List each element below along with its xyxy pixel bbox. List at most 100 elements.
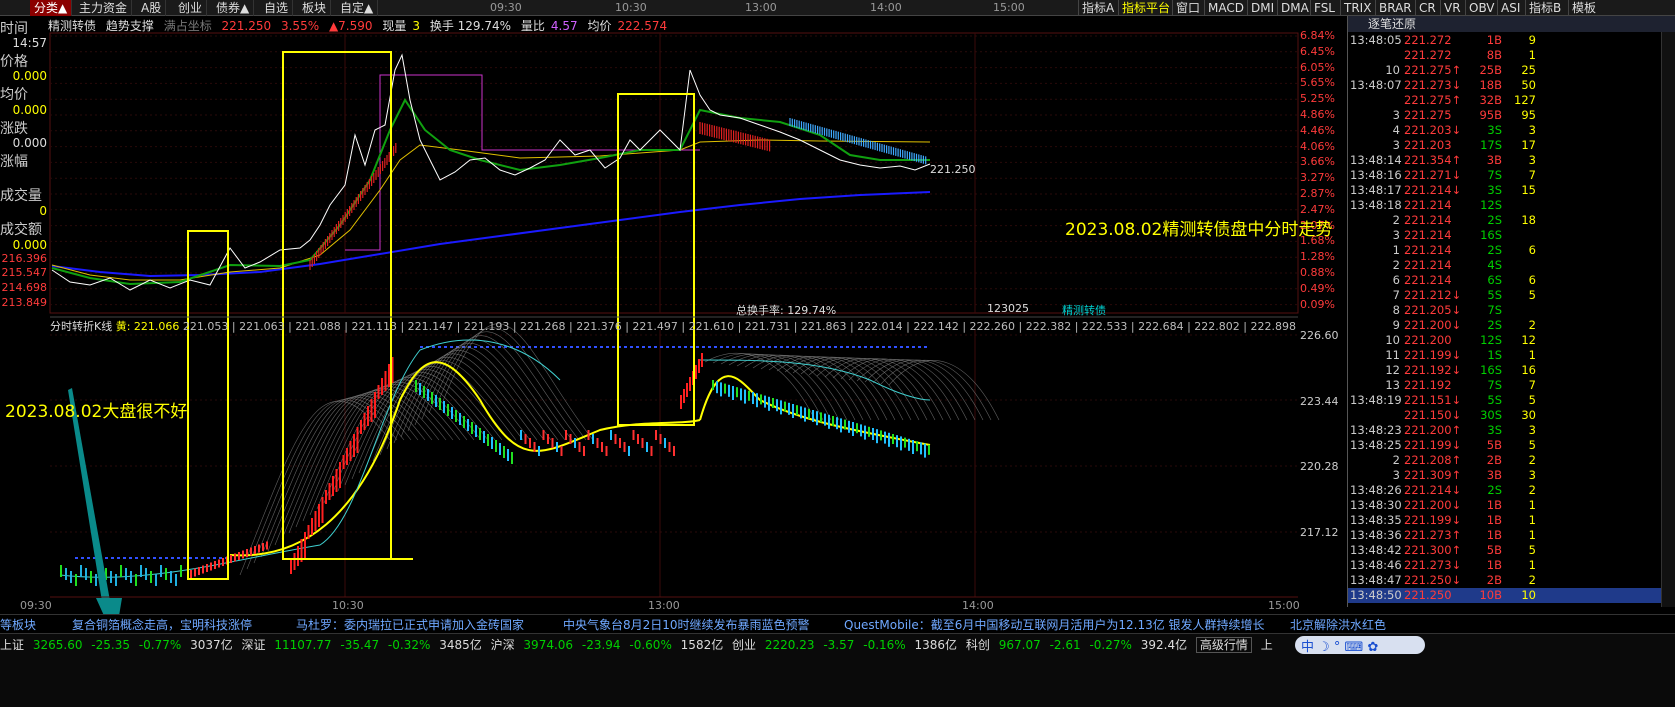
trade-row[interactable]: 12 221.192↓ 16S 16 (1348, 363, 1675, 378)
rtab-trix[interactable]: TRIX (1340, 0, 1374, 16)
ime-toolbar[interactable]: 中 ☽ ° ⌨ ✿ (1295, 636, 1425, 655)
trade-row[interactable]: 13:48:46 221.273↓ 1B 1 (1348, 558, 1675, 573)
candle (664, 438, 666, 448)
trade-row[interactable]: 13:48:50 221.250 10B 10 (1348, 588, 1675, 603)
trades-panel-title[interactable]: 逐笔还原 (1348, 16, 1675, 32)
candle (360, 420, 362, 434)
candle (623, 442, 626, 452)
trade-row[interactable]: 13:48:36 221.273↑ 1B 1 (1348, 528, 1675, 543)
app-window: 分类▲ 主力资金 A股 创业 债券▲ 自选 板块 自定▲ 09:30 10:30… (0, 0, 1675, 707)
rtab-obv[interactable]: OBV (1465, 0, 1498, 16)
sh-label[interactable]: 上证 (0, 638, 24, 652)
rtab-brar[interactable]: BRAR (1375, 0, 1415, 16)
candle (471, 422, 473, 434)
candle (655, 430, 657, 440)
candle (852, 422, 854, 436)
trade-row[interactable]: 13:48:25 221.199↓ 5B 5 (1348, 438, 1675, 453)
rtab-indicator-b[interactable]: 指标B (1525, 0, 1564, 16)
candle (659, 434, 662, 444)
trade-row[interactable]: 2 221.214 4S (1348, 258, 1675, 273)
trade-row[interactable]: 7 221.212↓ 5S 5 (1348, 288, 1675, 303)
news-item[interactable]: 等板块 (0, 616, 36, 632)
news-item[interactable]: 复合铜箔概念走高，宝明科技涨停 (72, 616, 252, 632)
candle (214, 561, 216, 569)
trade-row[interactable]: 2 221.208↑ 2B 2 (1348, 453, 1675, 468)
cy-value: 2220.23 (764, 638, 815, 652)
trade-row[interactable]: 13:48:07 221.273↓ 18B 50 (1348, 78, 1675, 93)
candle (234, 553, 236, 562)
trade-row[interactable]: 13:48:18 221.214 12S (1348, 198, 1675, 213)
trade-row[interactable]: 10 221.200 12S 12 (1348, 333, 1675, 348)
rtab-vr[interactable]: VR (1440, 0, 1464, 16)
trade-row[interactable]: 13:48:26 221.214↓ 2S 2 (1348, 483, 1675, 498)
candle (65, 568, 67, 580)
candle (800, 406, 802, 419)
trade-row[interactable]: 13:48:35 221.199↓ 1B 1 (1348, 513, 1675, 528)
candle (712, 380, 714, 390)
news-ticker[interactable]: 等板块 复合铜箔概念走高，宝明科技涨停 马杜罗：委内瑞拉已正式申请加入金砖国家 … (0, 614, 1675, 632)
trade-row[interactable]: 13:48:14 221.354↑ 3B 3 (1348, 153, 1675, 168)
trade-row[interactable]: 13 221.192 7S 7 (1348, 378, 1675, 393)
trade-row[interactable]: 1 221.214 2S 6 (1348, 243, 1675, 258)
trade-row[interactable]: 3 221.309↑ 3B 3 (1348, 468, 1675, 483)
trade-row[interactable]: 13:48:17 221.214↓ 3S 15 (1348, 183, 1675, 198)
trade-count: 2 (1528, 483, 1536, 497)
trade-row[interactable]: 221.275↑ 32B 127 (1348, 93, 1675, 108)
chart-canvas[interactable] (0, 0, 1345, 614)
rtab-template[interactable]: 模板 (1568, 0, 1599, 16)
trade-row[interactable]: 13:48:47 221.250↓ 2B 2 (1348, 573, 1675, 588)
hs-label[interactable]: 沪深 (491, 638, 515, 652)
trade-row[interactable]: 8 221.205↓ 7S (1348, 303, 1675, 318)
bottom-time-1300: 13:00 (648, 599, 680, 612)
candle (840, 418, 842, 433)
kc-label[interactable]: 科创 (966, 638, 990, 652)
cy-label[interactable]: 创业 (732, 638, 756, 652)
news-item[interactable]: QuestMobile：截至6月中国移动互联网月活用户为12.13亿 银发人群持… (844, 616, 1265, 632)
candle (363, 413, 366, 430)
trade-row[interactable]: 10 221.275↑ 25B 25 (1348, 63, 1675, 78)
rtab-asi[interactable]: ASI (1497, 0, 1523, 16)
trade-row[interactable]: 13:48:23 221.200↑ 3S 3 (1348, 423, 1675, 438)
news-item[interactable]: 北京解除洪水红色 (1290, 616, 1386, 632)
trade-row[interactable]: 3 221.275 95B 95 (1348, 108, 1675, 123)
news-item[interactable]: 马杜罗：委内瑞拉已正式申请加入金砖国家 (296, 616, 524, 632)
candle (467, 419, 469, 431)
trade-row[interactable]: 4 221.203↓ 3S 3 (1348, 123, 1675, 138)
sz-amount: 3485亿 (439, 638, 482, 652)
trade-count: 2 (1528, 573, 1536, 587)
trade-row[interactable]: 9 221.200↓ 2S 2 (1348, 318, 1675, 333)
news-item[interactable]: 中央气象台8月2日10时继续发布暴雨蓝色预警 (563, 616, 810, 632)
candle (419, 383, 421, 395)
rtab-cr[interactable]: CR (1415, 0, 1439, 16)
trade-row[interactable]: 221.272 8B 1 (1348, 48, 1675, 63)
trade-row[interactable]: 221.150↓ 30S 30 (1348, 408, 1675, 423)
trade-row[interactable]: 13:48:16 221.271↓ 7S 7 (1348, 168, 1675, 183)
trade-row[interactable]: 13:48:30 221.200↓ 1B 1 (1348, 498, 1675, 513)
trade-row[interactable]: 11 221.199↓ 1S 1 (1348, 348, 1675, 363)
candle (912, 440, 914, 454)
candle (756, 393, 758, 408)
tick-trades-panel[interactable]: 逐笔还原 13:48:05 221.272 1B 9 221.272 8B 1 10 221.2… (1347, 16, 1675, 607)
trades-scrollbar[interactable] (1661, 32, 1675, 607)
candle (90, 571, 92, 583)
trade-row[interactable]: 2 221.214 2S 18 (1348, 213, 1675, 228)
candle (872, 428, 874, 440)
trade-time: 10 (1385, 63, 1400, 77)
turnover-caption: 总换手率: 129.74% (736, 304, 837, 317)
trade-row[interactable]: 13:48:19 221.151↓ 5S 5 (1348, 393, 1675, 408)
sz-label[interactable]: 深证 (241, 638, 265, 652)
trade-row[interactable]: 3 221.214 16S (1348, 228, 1675, 243)
candle (75, 574, 77, 586)
trade-count: 1 (1528, 498, 1536, 512)
fan-curve (832, 358, 944, 421)
candle (335, 469, 338, 492)
trade-row[interactable]: 13:48:42 221.300↑ 5B 5 (1348, 543, 1675, 558)
ime-chinese-icon[interactable]: 中 ☽ ° ⌨ ✿ (1301, 636, 1378, 655)
trade-row[interactable]: 3 221.203 17S 17 (1348, 138, 1675, 153)
trade-time: 13:48:25 (1350, 438, 1402, 452)
advanced-quote-button[interactable]: 高级行情 (1195, 637, 1252, 653)
trade-row[interactable]: 6 221.214 6S 6 (1348, 273, 1675, 288)
trade-row[interactable]: 13:48:05 221.272 1B 9 (1348, 33, 1675, 48)
candle (780, 400, 782, 415)
trade-count: 25 (1521, 63, 1536, 77)
